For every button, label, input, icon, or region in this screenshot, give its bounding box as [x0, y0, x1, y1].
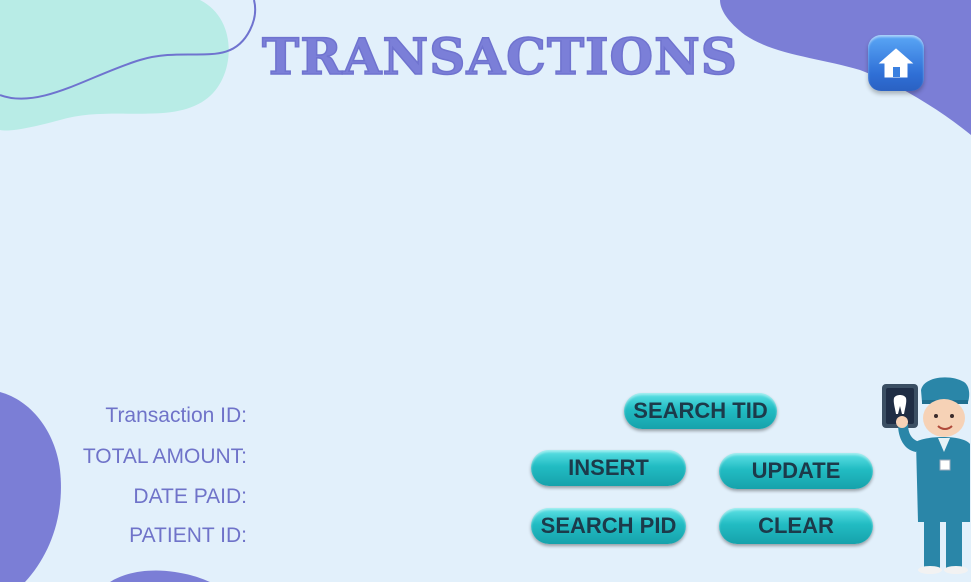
search-tid-button[interactable]: SEARCH TID	[624, 393, 777, 429]
total-amount-label: TOTAL AMOUNT:	[82, 445, 247, 468]
home-icon	[878, 48, 914, 78]
search-pid-button[interactable]: SEARCH PID	[531, 508, 686, 544]
date-paid-label: DATE PAID:	[133, 485, 247, 508]
dentist-illustration	[882, 377, 970, 574]
purple-blob-bottom-small	[110, 570, 210, 582]
transaction-id-label: Transaction ID:	[105, 404, 247, 427]
update-button[interactable]: UPDATE	[719, 453, 873, 489]
purple-blob-bottom-left	[0, 392, 61, 582]
home-button[interactable]	[868, 35, 924, 91]
patient-id-label: PATIENT ID:	[129, 524, 247, 547]
purple-blob-top-right	[720, 0, 971, 135]
mint-blob-top-left	[0, 0, 229, 131]
page-title: TRANSACTIONS	[261, 26, 738, 87]
clear-button[interactable]: CLEAR	[719, 508, 873, 544]
insert-button[interactable]: INSERT	[531, 450, 686, 486]
